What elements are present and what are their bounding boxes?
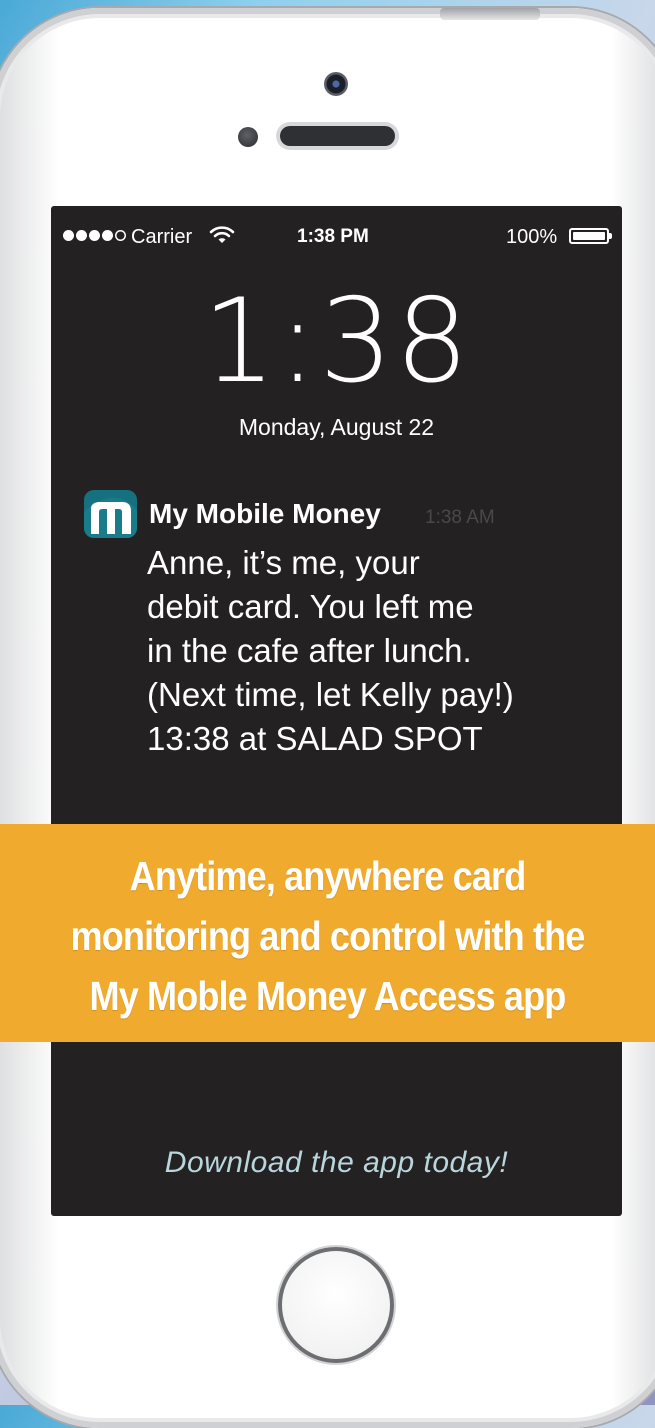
proximity-sensor-icon bbox=[238, 127, 258, 147]
notification-app-name: My Mobile Money bbox=[149, 498, 381, 529]
battery-tip bbox=[609, 233, 612, 239]
promo-banner: Anytime, anywhere card monitoring and co… bbox=[0, 824, 655, 1042]
front-camera-icon bbox=[324, 72, 348, 96]
banner-line: monitoring and control with the bbox=[70, 913, 586, 959]
notification-line: Anne, it’s me, your bbox=[147, 544, 420, 581]
notification-line: (Next time, let Kelly pay!) bbox=[147, 676, 514, 713]
notification-time: 1:38 AM bbox=[425, 507, 495, 528]
carrier-label: Carrier bbox=[131, 226, 193, 248]
banner-line: My Moble Money Access app bbox=[89, 973, 567, 1019]
power-button bbox=[440, 8, 540, 20]
download-app-text: Download the app today! bbox=[164, 1146, 509, 1179]
battery-percent: 100% bbox=[506, 226, 558, 248]
lock-screen-date: Monday, August 22 bbox=[238, 414, 435, 440]
status-time: 1:38 PM bbox=[297, 226, 369, 247]
banner-line: Anytime, anywhere card bbox=[129, 853, 527, 899]
home-button[interactable] bbox=[278, 1247, 394, 1363]
my-mobile-money-app-icon[interactable] bbox=[84, 490, 137, 538]
notification-line: debit card. You left me bbox=[147, 588, 474, 625]
notification-body[interactable]: Anne, it’s me, your debit card. You left… bbox=[147, 541, 607, 761]
phone-screen: Carrier 1:38 PM 100% 1:38 Monday, August… bbox=[51, 206, 622, 1216]
notification-line: in the cafe after lunch. bbox=[147, 632, 472, 669]
status-bar: Carrier 1:38 PM 100% bbox=[51, 226, 622, 248]
notification-line: 13:38 at SALAD SPOT bbox=[147, 720, 483, 757]
lock-screen-clock: 1:38 bbox=[202, 274, 471, 409]
wifi-icon bbox=[209, 226, 235, 243]
earpiece-speaker bbox=[280, 126, 395, 146]
signal-dots-icon bbox=[63, 230, 126, 241]
battery-icon bbox=[569, 228, 609, 244]
